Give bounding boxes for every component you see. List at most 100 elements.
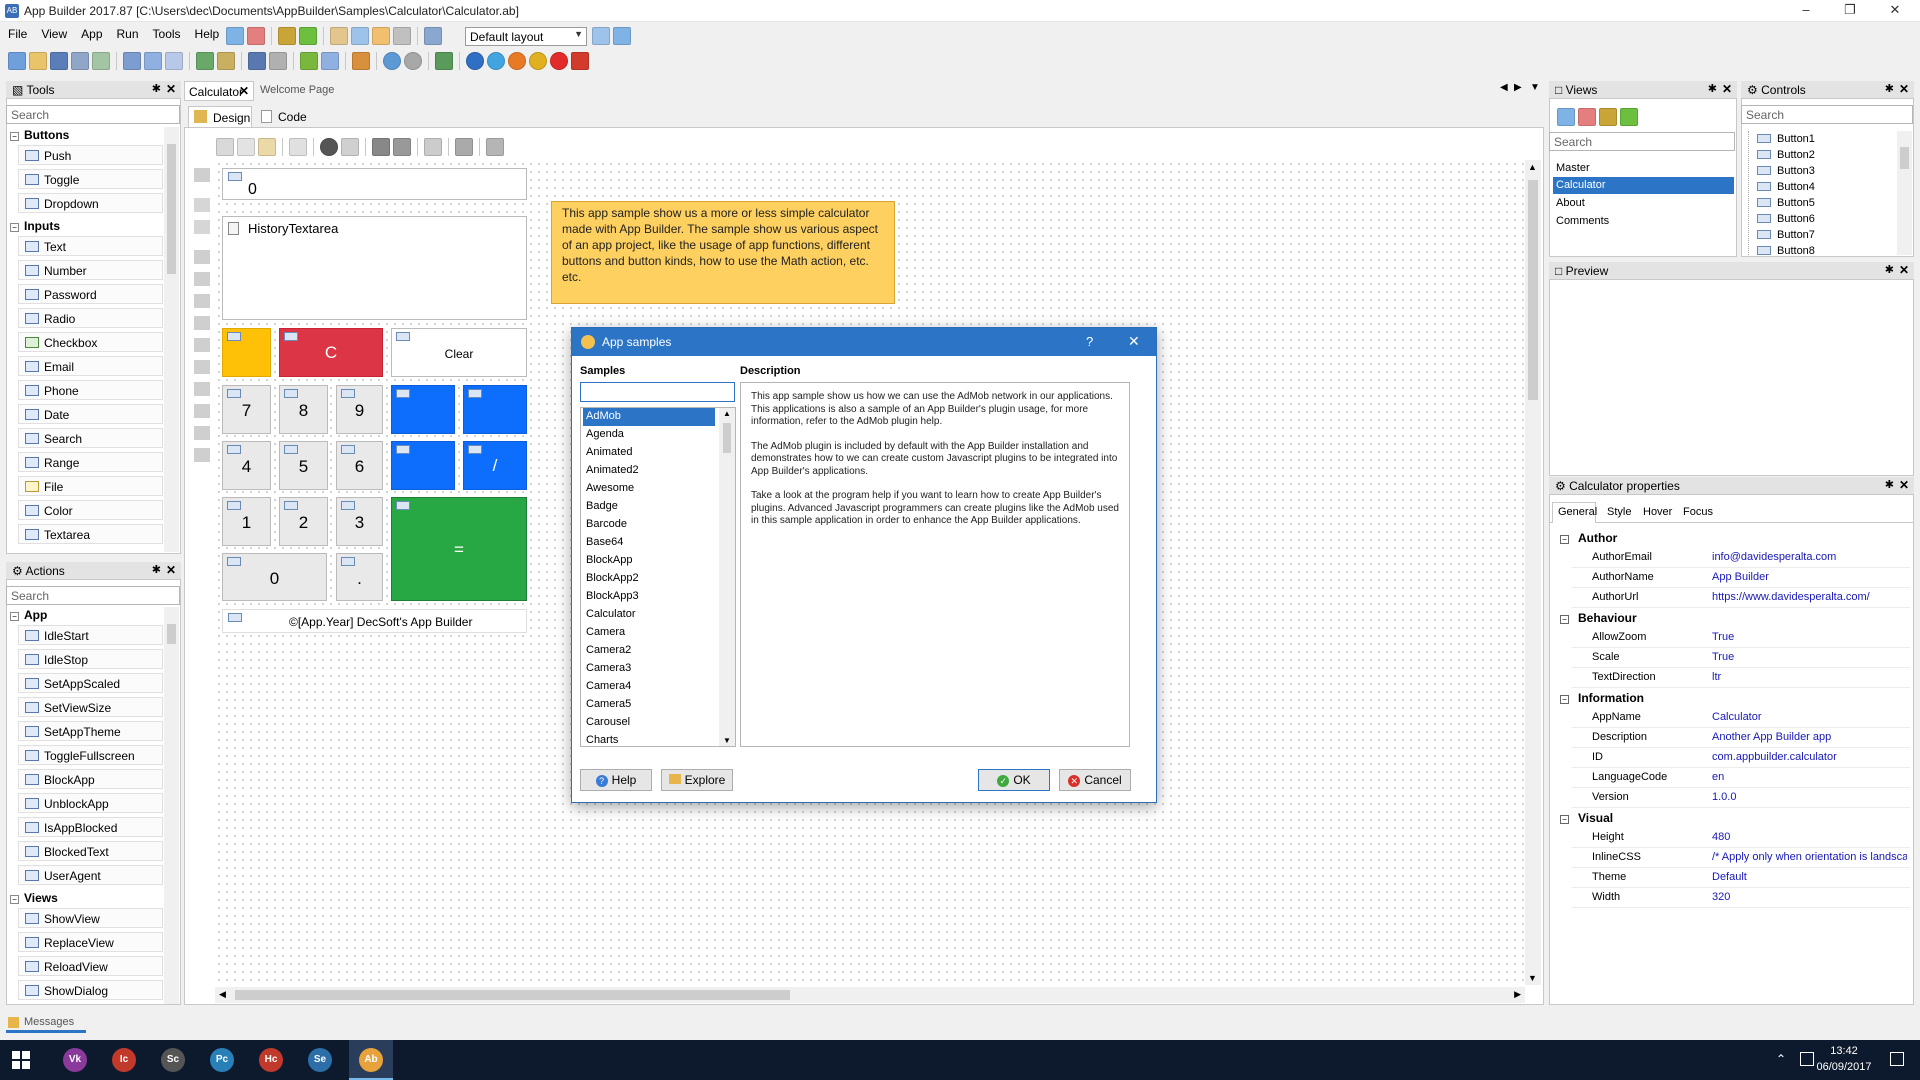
build-icon[interactable] — [217, 52, 235, 70]
windows-start-icon[interactable] — [12, 1051, 30, 1069]
pin-icon[interactable]: ✱ — [152, 563, 161, 576]
tool-number[interactable]: Number — [18, 260, 163, 280]
tool-email[interactable]: Email — [18, 356, 163, 376]
cut-control-icon[interactable] — [330, 27, 348, 45]
sample-item-badge[interactable]: Badge — [583, 498, 715, 516]
samples-scrollbar[interactable]: ▲ ▼ — [719, 408, 735, 746]
paste-icon[interactable] — [258, 138, 276, 156]
dialog-close-button[interactable]: ✕ — [1128, 333, 1140, 350]
copy-control-icon[interactable] — [351, 27, 369, 45]
history-textarea[interactable]: HistoryTextarea — [222, 216, 527, 320]
menu-run[interactable]: Run — [109, 22, 145, 46]
tab-calculator[interactable]: Calculator ✕ — [184, 81, 254, 101]
calc-button-2[interactable]: 2 — [279, 497, 328, 546]
calc-button-clear[interactable]: Clear — [391, 328, 527, 377]
align-icon[interactable] — [194, 360, 210, 374]
designer-vertical-scrollbar[interactable]: ▲ ▼ — [1525, 160, 1541, 985]
calc-button-4[interactable]: 4 — [222, 441, 271, 490]
action-idlestop[interactable]: IdleStop — [18, 649, 163, 669]
pin-icon[interactable]: ✱ — [1885, 82, 1894, 95]
move-down-icon[interactable] — [299, 27, 317, 45]
sample-item-admob[interactable]: AdMob — [583, 408, 715, 426]
close-panel-icon[interactable]: ✕ — [1722, 82, 1732, 96]
sample-note[interactable]: This app sample show us a more or less s… — [551, 201, 895, 304]
action-blockapp[interactable]: BlockApp — [18, 769, 163, 789]
menu-help[interactable]: Help — [187, 22, 226, 46]
publish-icon[interactable] — [92, 52, 110, 70]
vivaldi-browser-icon[interactable] — [571, 52, 589, 70]
align-icon[interactable] — [194, 426, 210, 440]
prop-textdirection[interactable]: TextDirection ltr — [1572, 668, 1910, 688]
open-project-icon[interactable] — [29, 52, 47, 70]
tool-password[interactable]: Password — [18, 284, 163, 304]
tool-radio[interactable]: Radio — [18, 308, 163, 328]
control-item-button3[interactable]: Button3 — [1757, 165, 1815, 177]
align-icon[interactable] — [194, 294, 210, 308]
sample-item-camera[interactable]: Camera — [583, 624, 715, 642]
align-icon[interactable] — [194, 404, 210, 418]
calc-button-6[interactable]: 6 — [336, 441, 383, 490]
new-project-icon[interactable] — [8, 52, 26, 70]
sample-item-calculator[interactable]: Calculator — [583, 606, 715, 624]
lock-icon[interactable] — [372, 138, 390, 156]
run-icon[interactable] — [300, 52, 318, 70]
taskbar-app-se[interactable]: Se — [308, 1048, 332, 1072]
sample-item-camera4[interactable]: Camera4 — [583, 678, 715, 696]
control-item-button5[interactable]: Button5 — [1757, 197, 1815, 209]
tool-date[interactable]: Date — [18, 404, 163, 424]
tab-code[interactable]: Code — [258, 110, 307, 124]
notifications-icon[interactable] — [1890, 1052, 1904, 1066]
prop-inlinecss[interactable]: InlineCSS/* Apply only when orientation … — [1572, 848, 1910, 868]
tab-focus[interactable]: Focus — [1683, 506, 1713, 518]
tool-toggle[interactable]: Toggle — [18, 169, 163, 189]
calc-button-c[interactable]: C — [279, 328, 383, 377]
format-icon[interactable] — [289, 138, 307, 156]
cordova-icon[interactable] — [435, 52, 453, 70]
sample-item-camera5[interactable]: Camera5 — [583, 696, 715, 714]
add-view-icon[interactable] — [1557, 108, 1575, 126]
screenshot-icon[interactable] — [455, 138, 473, 156]
opera-browser-icon[interactable] — [550, 52, 568, 70]
controls-scrollbar[interactable] — [1897, 131, 1912, 255]
dialog-help-btn[interactable]: ? Help — [580, 769, 652, 791]
taskbar-app-ic[interactable]: Ic — [112, 1048, 136, 1072]
sample-item-animated[interactable]: Animated — [583, 444, 715, 462]
group-inputs[interactable]: − Inputs — [6, 219, 60, 233]
taskbar-app-ab-active[interactable]: Ab — [349, 1040, 393, 1080]
ie-browser-icon[interactable] — [487, 52, 505, 70]
prop-group-behaviour[interactable]: − Behaviour — [1556, 608, 1910, 628]
samples-filter-input[interactable] — [580, 382, 735, 402]
calc-display[interactable]: 0 — [222, 168, 527, 200]
taskbar-app-hc[interactable]: Hc — [259, 1048, 283, 1072]
align-icon[interactable] — [194, 382, 210, 396]
tool-text[interactable]: Text — [18, 236, 163, 256]
group-app[interactable]: − App — [6, 608, 47, 622]
control-item-button8[interactable]: Button8 — [1757, 245, 1815, 255]
unlock-icon[interactable] — [393, 138, 411, 156]
view-item-comments[interactable]: Comments — [1553, 213, 1734, 230]
tool-search[interactable]: Search — [18, 428, 163, 448]
calc-button-blue[interactable] — [391, 385, 455, 434]
refresh-icon[interactable] — [196, 52, 214, 70]
action-unblockapp[interactable]: UnblockApp — [18, 793, 163, 813]
edge-browser-icon[interactable] — [466, 52, 484, 70]
prop-group-author[interactable]: − Author — [1556, 528, 1910, 548]
sample-item-camera3[interactable]: Camera3 — [583, 660, 715, 678]
action-useragent[interactable]: UserAgent — [18, 865, 163, 885]
tab-scroll-left-icon[interactable]: ◀ — [1500, 82, 1508, 93]
control-item-button1[interactable]: Button1 — [1757, 133, 1815, 145]
align-icon[interactable] — [194, 198, 210, 212]
save-icon[interactable] — [123, 52, 141, 70]
close-panel-icon[interactable]: ✕ — [166, 563, 176, 577]
align-icon[interactable] — [194, 338, 210, 352]
delete-view-icon[interactable] — [247, 27, 265, 45]
maximize-button[interactable]: ❐ — [1827, 0, 1873, 22]
tab-scroll-right-icon[interactable]: ▶ — [1514, 82, 1522, 93]
taskbar-app-sc[interactable]: Sc — [161, 1048, 185, 1072]
action-setapptheme[interactable]: SetAppTheme — [18, 721, 163, 741]
close-panel-icon[interactable]: ✕ — [166, 82, 176, 96]
taskbar-app-pc[interactable]: Pc — [210, 1048, 234, 1072]
action-reloadview[interactable]: ReloadView — [18, 956, 163, 976]
close-window-button[interactable]: ✕ — [1872, 0, 1918, 22]
menu-view[interactable]: View — [33, 22, 73, 46]
